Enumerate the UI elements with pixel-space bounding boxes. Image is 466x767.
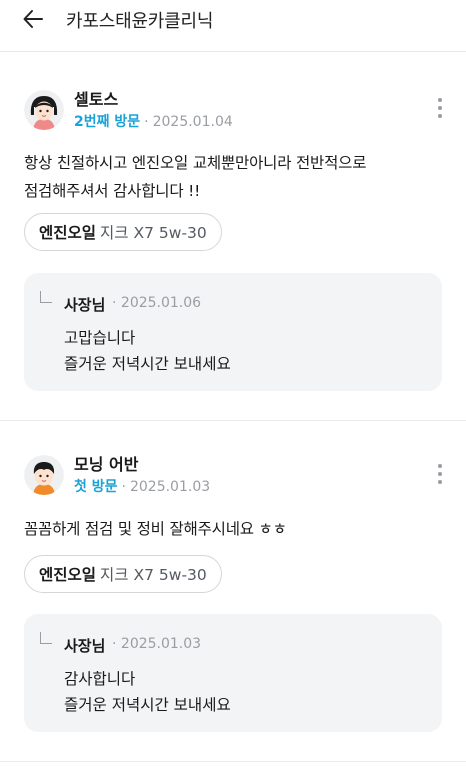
- more-dot: [438, 472, 442, 476]
- meta-separator: ·: [144, 114, 149, 130]
- review-meta: 첫 방문 · 2025.01.03: [74, 476, 210, 496]
- visit-count-badge: 첫 방문: [74, 479, 118, 495]
- review-text-line: 항상 친절하시고 엔진오일 교체뿐만아니라 전반적으로: [24, 154, 367, 172]
- reply-text-line: 즐거운 저녁시간 보내세요: [64, 696, 231, 714]
- reply-date: · 2025.01.06: [112, 295, 202, 311]
- reply-text: 고맙습니다 즐거운 저녁시간 보내세요: [64, 325, 231, 377]
- reply-owner: 사장님: [64, 637, 106, 655]
- owner-reply: 사장님 · 2025.01.06 고맙습니다 즐거운 저녁시간 보내세요: [24, 273, 442, 391]
- boy-avatar-icon: [24, 455, 64, 495]
- review-divider: [0, 761, 466, 762]
- girl-avatar-icon: [24, 90, 64, 130]
- review-date: 2025.01.04: [152, 114, 233, 130]
- review-text-line: 꼼꼼하게 점검 및 정비 잘해주시네요 ㅎㅎ: [24, 520, 287, 538]
- arrow-left-icon: [23, 10, 43, 28]
- review-meta: 2번째 방문 · 2025.01.04: [74, 111, 233, 131]
- avatar: [24, 90, 64, 130]
- review-date: 2025.01.03: [129, 479, 211, 495]
- service-chip[interactable]: 엔진오일 지크 X7 5w-30: [24, 213, 222, 251]
- service-name: 엔진오일: [39, 224, 97, 242]
- service-detail: 지크 X7 5w-30: [100, 566, 207, 584]
- review-text-line: 점검해주셔서 감사합니다 !!: [24, 182, 201, 200]
- service-detail: 지크 X7 5w-30: [100, 224, 207, 242]
- review-text: 항상 친절하시고 엔진오일 교체뿐만아니라 전반적으로 점검해주셔서 감사합니다…: [24, 149, 444, 205]
- service-chip[interactable]: 엔진오일 지크 X7 5w-30: [24, 555, 222, 593]
- review-author: 모닝 어반: [74, 455, 139, 474]
- reply-date-value: 2025.01.03: [120, 636, 202, 652]
- more-dot: [438, 98, 442, 102]
- review-card: 모닝 어반 첫 방문 · 2025.01.03 꼼꼼하게 점검 및 정비 잘해주시네…: [0, 421, 466, 761]
- page-title: 카포스태윤카클리닉: [66, 11, 214, 32]
- more-dot: [438, 464, 442, 468]
- review-card: 셀토스 2번째 방문 · 2025.01.04 항상 친절하시고 엔진오일 교체뿐만…: [0, 53, 466, 420]
- reply-text-line: 감사합니다: [64, 670, 136, 688]
- service-name: 엔진오일: [39, 566, 97, 584]
- top-bar: 카포스태윤카클리닉: [0, 0, 466, 52]
- avatar: [24, 455, 64, 495]
- meta-separator: ·: [121, 479, 126, 495]
- reply-indent-icon: [40, 632, 52, 644]
- owner-reply: 사장님 · 2025.01.03 감사합니다 즐거운 저녁시간 보내세요: [24, 614, 442, 732]
- review-text: 꼼꼼하게 점검 및 정비 잘해주시네요 ㅎㅎ: [24, 515, 444, 543]
- reply-date: · 2025.01.03: [112, 636, 202, 652]
- reply-owner: 사장님: [64, 296, 106, 314]
- more-options-button[interactable]: [430, 461, 450, 487]
- reply-indent-icon: [40, 291, 52, 303]
- more-dot: [438, 114, 442, 118]
- reply-text-line: 고맙습니다: [64, 329, 136, 347]
- visit-count-badge: 2번째 방문: [74, 114, 141, 130]
- more-dot: [438, 106, 442, 110]
- reply-text-line: 즐거운 저녁시간 보내세요: [64, 355, 231, 373]
- reply-date-value: 2025.01.06: [120, 295, 202, 311]
- review-author: 셀토스: [74, 90, 119, 109]
- back-button[interactable]: [20, 6, 46, 32]
- more-options-button[interactable]: [430, 95, 450, 121]
- more-dot: [438, 480, 442, 484]
- reply-text: 감사합니다 즐거운 저녁시간 보내세요: [64, 666, 231, 718]
